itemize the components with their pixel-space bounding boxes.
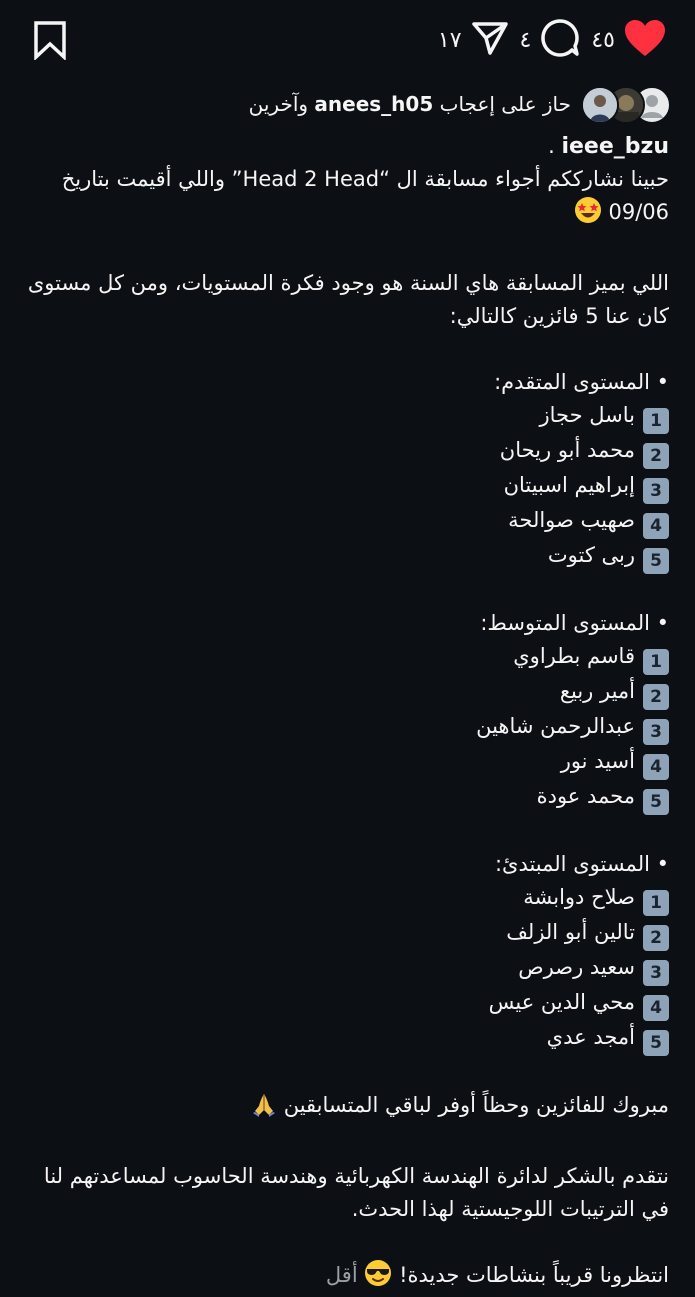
comment-icon[interactable] — [539, 17, 581, 63]
rank-1-icon: 1 — [643, 890, 669, 916]
level-title: • المستوى المتقدم: — [494, 370, 669, 394]
rank-3-icon: 3 — [643, 719, 669, 745]
rank-3-icon: 3 — [643, 960, 669, 986]
action-group: ١٧ ٤ ٤٥ — [438, 18, 667, 62]
comment-action[interactable]: ٤ — [520, 17, 582, 63]
congrats-text: مبروك للفائزين وحظاً أوفر لباقي المتسابق… — [283, 1093, 669, 1117]
winner-name: أمير ربيع — [559, 679, 635, 703]
winner-item: 3 عبدالرحمن شاهين — [28, 710, 669, 745]
author-username[interactable]: ieee_bzu — [561, 134, 669, 159]
rank-2-icon: 2 — [643, 443, 669, 469]
winner-name: سعيد رصرص — [518, 955, 635, 979]
share-action[interactable]: ١٧ — [438, 18, 510, 62]
rank-4-icon: 4 — [643, 754, 669, 780]
like-count: ٤٥ — [591, 27, 615, 53]
winner-name: تالين أبو الزلف — [506, 920, 635, 944]
caption-thanks-line2: في الترتيبات اللوجيستية لهذا الحدث. — [351, 1197, 669, 1221]
level-title: • المستوى المتوسط: — [480, 611, 669, 635]
avatar-user — [581, 86, 619, 124]
caption-para2-line1: اللي بميز المسابقة هاي السنة هو وجود فكر… — [27, 271, 669, 295]
winner-item: 3 سعيد رصرص — [28, 951, 669, 986]
share-count: ١٧ — [437, 27, 462, 53]
liked-by-row[interactable]: حاز على إعجاب anees_h05 وآخرين — [249, 84, 671, 124]
caption-thanks-line1: نتقدم بالشكر لدائرة الهندسة الكهربائية و… — [43, 1164, 669, 1188]
caption-para2-line2: كان عنا 5 فائزين كالتالي: — [449, 304, 669, 328]
rank-4-icon: 4 — [643, 995, 669, 1021]
post-action-bar: ١٧ ٤ ٤٥ — [0, 0, 695, 82]
winner-item: 5 أمجد عدي — [28, 1021, 669, 1056]
heart-icon[interactable] — [623, 18, 667, 62]
rank-2-icon: 2 — [643, 684, 669, 710]
winner-item: 4 صهيب صوالحة — [28, 504, 669, 539]
winner-name: صلاح دوابشة — [523, 885, 635, 909]
rank-1-icon: 1 — [643, 408, 669, 434]
post-caption: ieee_bzu . حبينا نشارككم أجواء مسابقة ال… — [28, 130, 669, 1297]
caption-congrats: مبروك للفائزين وحظاً أوفر لباقي المتسابق… — [28, 1089, 669, 1127]
rank-3-icon: 3 — [643, 478, 669, 504]
bookmark-icon[interactable] — [33, 20, 67, 62]
rank-5-icon: 5 — [643, 548, 669, 574]
winner-item: 4 أسيد نور — [28, 745, 669, 780]
winner-item: 4 محي الدين عيس — [28, 986, 669, 1021]
rank-1-icon: 1 — [643, 649, 669, 675]
winner-name: قاسم بطراوي — [513, 644, 635, 668]
winner-item: 2 محمد أبو ريحان — [28, 434, 669, 469]
winner-name: ربى كتوت — [547, 543, 635, 567]
caption-intro-line1: حبينا نشارككم أجواء مسابقة ال “Head 2 He… — [61, 167, 669, 191]
liker-avatars — [581, 86, 671, 124]
liked-by-suffix: وآخرين — [248, 92, 309, 116]
author-dot: . — [548, 134, 555, 158]
winner-name: باسل حجاز — [539, 403, 636, 427]
winner-item: 5 ربى كتوت — [28, 539, 669, 574]
winner-name: محمد أبو ريحان — [499, 438, 635, 462]
rank-5-icon: 5 — [643, 789, 669, 815]
level-title: • المستوى المبتدئ: — [494, 852, 669, 876]
star-struck-emoji-icon — [574, 196, 602, 234]
winner-item: 1 قاسم بطراوي — [28, 640, 669, 675]
winner-item: 1 باسل حجاز — [28, 399, 669, 434]
winner-item: 2 تالين أبو الزلف — [28, 916, 669, 951]
rank-4-icon: 4 — [643, 513, 669, 539]
winner-item: 1 صلاح دوابشة — [28, 881, 669, 916]
praying-hands-emoji-icon — [251, 1091, 277, 1127]
caption-outro: انتظرونا قريباً بنشاطات جديدة! أقل — [28, 1259, 669, 1297]
comment-count: ٤ — [519, 27, 532, 53]
winner-name: صهيب صوالحة — [508, 508, 635, 532]
rank-5-icon: 5 — [643, 1030, 669, 1056]
winner-name: أمجد عدي — [546, 1025, 635, 1049]
winner-name: محي الدين عيس — [488, 990, 635, 1014]
winner-item: 2 أمير ربيع — [28, 675, 669, 710]
winner-name: أسيد نور — [560, 749, 635, 773]
rank-2-icon: 2 — [643, 925, 669, 951]
caption-intro-line2: 09/06 — [28, 196, 669, 234]
sunglasses-emoji-icon — [364, 1259, 392, 1297]
like-action[interactable]: ٤٥ — [591, 18, 667, 62]
winner-item: 5 محمد عودة — [28, 780, 669, 815]
caption-author-line: ieee_bzu . — [28, 130, 669, 163]
winner-name: محمد عودة — [536, 784, 635, 808]
outro-text: انتظرونا قريباً بنشاطات جديدة! — [399, 1263, 669, 1287]
liked-by-text[interactable]: حاز على إعجاب anees_h05 وآخرين — [249, 92, 571, 116]
caption-date: 09/06 — [608, 200, 669, 224]
liked-by-user[interactable]: anees_h05 — [314, 92, 433, 116]
show-less-link[interactable]: أقل — [326, 1263, 358, 1287]
winner-name: إبراهيم اسبيتان — [503, 473, 635, 497]
liked-by-prefix: حاز على إعجاب — [439, 92, 571, 116]
winner-item: 3 إبراهيم اسبيتان — [28, 469, 669, 504]
winner-name: عبدالرحمن شاهين — [476, 714, 635, 738]
send-icon[interactable] — [470, 18, 510, 62]
